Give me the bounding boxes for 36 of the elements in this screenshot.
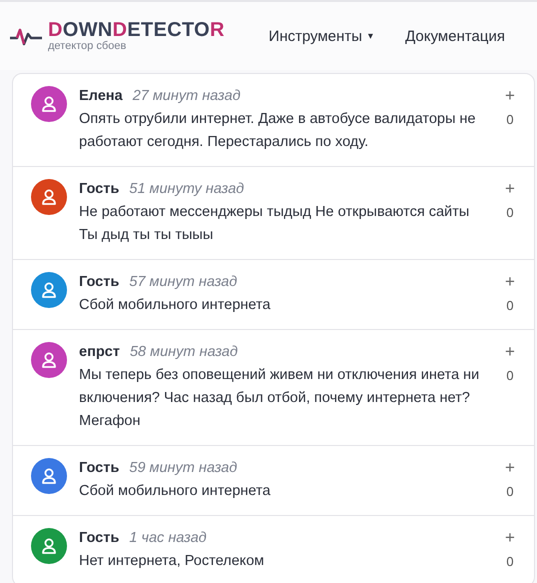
upvote-button[interactable]: + — [505, 179, 515, 199]
author-name: Елена — [79, 87, 123, 106]
upvote-button[interactable]: + — [505, 528, 515, 548]
author-name: Гость — [79, 459, 120, 478]
author-name: Гость — [79, 273, 120, 292]
comment-time: 27 минут назад — [132, 87, 240, 106]
upvote-button[interactable]: + — [505, 342, 515, 362]
pulse-logo-icon — [10, 26, 42, 46]
comment-time: 57 минут назад — [129, 273, 238, 292]
nav-link[interactable]: Документация — [405, 28, 505, 44]
vote-count: 0 — [506, 554, 514, 569]
upvote-button[interactable]: + — [505, 272, 515, 292]
author-name: епрст — [79, 343, 120, 362]
comment-text: Сбой мобильного интернета — [79, 296, 272, 315]
upvote-button[interactable]: + — [505, 458, 515, 478]
comment-time: 51 минуту назад — [129, 180, 244, 199]
logo-text: DOWNDETECTOR — [48, 20, 225, 40]
comment-text: Сбой мобильного интернета — [79, 482, 272, 501]
comment-text: Мы теперь без оповещений живем ни отключения инета ни включения? Час назад был отбой, почему интернета нет? Мегафон — [79, 366, 480, 431]
comment-text: Нет интернета, Ростелеком — [79, 552, 266, 571]
comment-time: 1 час назад — [129, 529, 207, 548]
upvote-button[interactable]: + — [505, 86, 515, 106]
author-name: Гость — [79, 529, 120, 548]
comment-time: 58 минут назад — [130, 343, 238, 362]
vote-count: 0 — [506, 484, 514, 499]
vote-count: 0 — [506, 368, 514, 383]
nav-link[interactable]: Инструменты ▾ — [268, 28, 374, 44]
caret-icon: ▾ — [368, 30, 374, 42]
tagline: детектор сбоев — [48, 41, 128, 52]
vote-count: 0 — [506, 112, 514, 127]
comment-time: 59 минут назад — [129, 459, 238, 478]
author-name: Гость — [79, 180, 120, 199]
comment-text: Опять отрубили интернет. Даже в автобусе валидаторы не работают сегодня. Перестарались по ходу. — [79, 110, 477, 152]
comment-text: Не работают мессенджеры тыдыд Не открываются сайты Ты дыд ты ты тыыы — [79, 203, 470, 245]
vote-count: 0 — [506, 298, 514, 313]
vote-count: 0 — [506, 205, 514, 220]
